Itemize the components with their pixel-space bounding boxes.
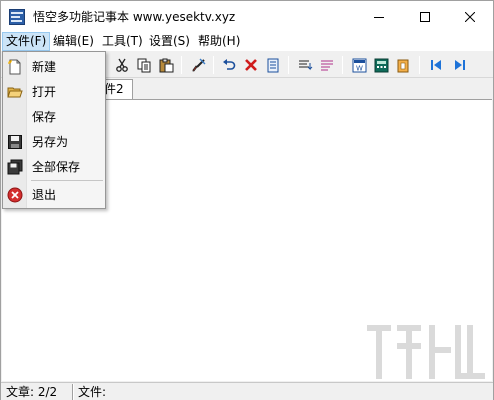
menu-item-exit[interactable]: 退出 <box>4 183 104 207</box>
menu-edit[interactable]: 编辑(E) <box>50 32 97 51</box>
status-bar: 文章: 2/2 文件: <box>1 382 493 400</box>
cut-button[interactable] <box>113 56 131 74</box>
minimize-icon <box>373 16 384 18</box>
last-button[interactable] <box>451 56 469 74</box>
calculator-icon <box>374 58 388 72</box>
delete-x-icon <box>245 59 257 71</box>
text-align-icon <box>298 60 312 71</box>
word-document-icon: W <box>352 58 366 72</box>
menu-file[interactable]: 文件(F) <box>2 32 51 51</box>
skip-first-icon <box>431 60 441 70</box>
menu-item-new-label: 新建 <box>32 60 57 74</box>
toolbar-separator <box>419 56 420 74</box>
menu-settings[interactable]: 设置(S) <box>146 32 193 51</box>
calculator-button[interactable] <box>372 56 390 74</box>
menu-item-save-as[interactable]: 另存为 <box>4 130 104 154</box>
menu-item-save-label: 保存 <box>32 110 57 124</box>
new-document-icon <box>7 59 23 75</box>
menu-item-save-all-label: 全部保存 <box>32 160 81 174</box>
document-icon <box>267 58 279 72</box>
skip-last-icon <box>455 60 465 70</box>
menu-separator <box>31 180 103 181</box>
first-button[interactable] <box>427 56 445 74</box>
svg-text:W: W <box>356 64 363 72</box>
title-bar: 悟空多功能记事本 www.yesektv.xyz <box>1 1 493 32</box>
maximize-button[interactable] <box>402 1 447 32</box>
window-title: 悟空多功能记事本 www.yesektv.xyz <box>33 10 236 24</box>
copy-icon <box>137 58 150 72</box>
watermark-logo <box>367 325 485 379</box>
align-button[interactable] <box>296 56 314 74</box>
word-button[interactable]: W <box>350 56 368 74</box>
word-wrap-icon <box>320 60 333 71</box>
menu-tools[interactable]: 工具(T) <box>99 32 146 51</box>
floppy-disk-icon <box>7 134 23 150</box>
minimize-button[interactable] <box>356 1 401 32</box>
open-folder-icon <box>7 84 23 100</box>
app-window: 悟空多功能记事本 www.yesektv.xyz 文件(F) 编辑(E) 工具(… <box>0 0 494 400</box>
save-all-icon <box>7 159 23 175</box>
menu-item-open-label: 打开 <box>32 85 57 99</box>
toolbar-separator <box>342 56 343 74</box>
status-divider <box>72 384 74 400</box>
menu-item-new[interactable]: 新建 <box>4 55 104 79</box>
document-button[interactable] <box>264 56 282 74</box>
paste-button[interactable] <box>157 56 175 74</box>
menu-help[interactable]: 帮助(H) <box>195 32 243 51</box>
paste-icon <box>159 58 173 72</box>
toolbar-separator <box>288 56 289 74</box>
scissors-icon <box>116 58 128 72</box>
close-button[interactable] <box>447 1 492 32</box>
file-menu-dropdown: 新建 打开 保存 另存为 全部保存 退出 <box>2 51 106 209</box>
menu-item-open[interactable]: 打开 <box>4 80 104 104</box>
undo-icon <box>223 59 236 70</box>
close-icon <box>464 11 475 22</box>
undo-button[interactable] <box>220 56 238 74</box>
menu-item-exit-label: 退出 <box>32 188 57 202</box>
brush-icon <box>192 58 205 71</box>
delete-button[interactable] <box>242 56 260 74</box>
notes-button[interactable] <box>394 56 412 74</box>
exit-icon <box>7 187 23 203</box>
menu-item-save[interactable]: 保存 <box>4 105 104 129</box>
format-button[interactable] <box>189 56 207 74</box>
toolbar-separator <box>213 56 214 74</box>
wrap-button[interactable] <box>318 56 336 74</box>
app-icon <box>9 9 25 25</box>
menu-bar: 文件(F) 编辑(E) 工具(T) 设置(S) 帮助(H) <box>1 32 493 51</box>
menu-item-save-all[interactable]: 全部保存 <box>4 155 104 179</box>
copy-button[interactable] <box>135 56 153 74</box>
toolbar-separator <box>181 56 182 74</box>
status-article-count: 文章: 2/2 <box>6 385 58 399</box>
note-icon <box>397 59 409 72</box>
status-file-path: 文件: <box>78 385 107 399</box>
maximize-icon <box>419 11 430 22</box>
menu-item-save-as-label: 另存为 <box>32 135 69 149</box>
